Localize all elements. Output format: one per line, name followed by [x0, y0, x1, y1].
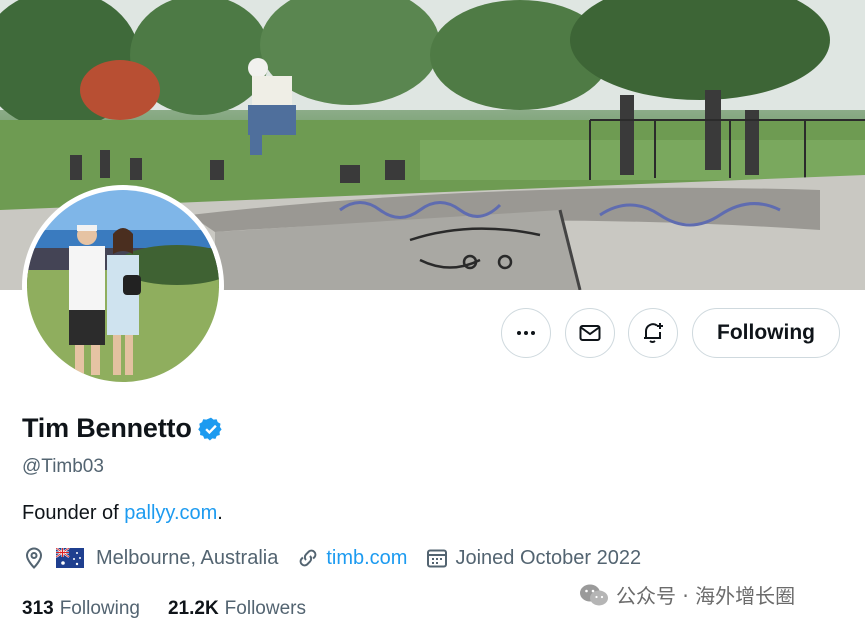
notifications-button[interactable] — [628, 308, 678, 358]
following-stat[interactable]: 313 Following — [22, 598, 140, 620]
more-horizontal-icon — [517, 331, 535, 335]
australia-flag-icon — [56, 548, 84, 568]
more-options-button[interactable] — [501, 308, 551, 358]
avatar-photo — [27, 190, 219, 382]
location-pin-icon — [25, 547, 43, 569]
wechat-icon — [580, 584, 608, 605]
message-button[interactable] — [565, 308, 615, 358]
following-button[interactable]: Following — [692, 308, 840, 358]
following-label: Following — [59, 598, 140, 619]
calendar-icon — [427, 549, 448, 568]
bio-text: Founder of — [22, 502, 125, 524]
bell-plus-icon — [644, 323, 663, 343]
profile-bio: Founder of pallyy.com. — [22, 502, 223, 525]
watermark: 公众号 · 海外增长圈 — [578, 580, 795, 609]
profile-stats: 313 Following 21.2K Followers — [22, 598, 334, 620]
joined-item: Joined October 2022 — [425, 546, 641, 570]
profile-name: Tim Bennetto — [22, 413, 224, 444]
profile-avatar[interactable] — [22, 185, 224, 387]
location-text: Melbourne, Australia — [96, 546, 279, 569]
joined-text: Joined October 2022 — [455, 546, 642, 569]
envelope-icon — [579, 325, 601, 341]
bio-link[interactable]: pallyy.com — [124, 502, 217, 524]
followers-label: Followers — [224, 598, 306, 619]
followers-stat[interactable]: 21.2K Followers — [168, 598, 306, 620]
profile-handle: @Timb03 — [22, 456, 104, 477]
website-link[interactable]: timb.com — [326, 547, 407, 570]
profile-meta: Melbourne, Australia timb.com Joined Oct… — [22, 546, 659, 570]
verified-badge-icon[interactable] — [197, 416, 224, 442]
watermark-text: 公众号 · 海外增长圈 — [616, 584, 796, 608]
display-name: Tim Bennetto — [22, 413, 192, 443]
location-item: Melbourne, Australia — [22, 546, 278, 570]
website-item[interactable]: timb.com — [296, 546, 407, 570]
link-icon — [299, 549, 317, 567]
followers-count: 21.2K — [167, 598, 219, 619]
following-count: 313 — [22, 598, 54, 619]
bio-suffix: . — [217, 502, 223, 524]
